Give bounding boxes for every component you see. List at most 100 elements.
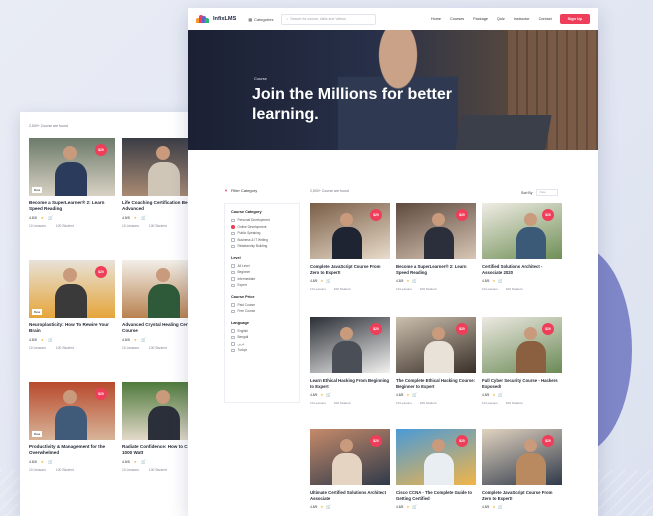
nav-link-contact[interactable]: Contact xyxy=(539,17,552,21)
course-thumbnail[interactable]: $20 Beta xyxy=(29,260,115,318)
filter-option-label: Free Course xyxy=(237,309,256,314)
filter-option[interactable]: Relationship Building xyxy=(231,243,293,250)
course-card[interactable]: $20 Beta Productivity & Management for the… xyxy=(29,382,115,472)
course-card[interactable]: $20 Ultimate Certified Solutions Architec… xyxy=(310,429,390,509)
nav-link-home[interactable]: Home xyxy=(431,17,441,21)
cart-icon[interactable]: 🛒 xyxy=(48,459,53,464)
thumbnail-head xyxy=(524,439,537,452)
course-title[interactable]: Complete JavaScript Course From Zero to … xyxy=(482,490,562,501)
nav-link-quiz[interactable]: Quiz xyxy=(497,17,505,21)
cart-icon[interactable]: 🛒 xyxy=(141,337,146,342)
course-title[interactable]: Cisco CCNA - The Complete Guide to Getti… xyxy=(396,490,476,501)
checkbox[interactable] xyxy=(231,309,235,313)
course-thumbnail[interactable]: $20 xyxy=(482,429,562,485)
star-icon: ★ xyxy=(492,504,496,509)
course-card[interactable]: $20 Cisco CCNA - The Complete Guide to Ge… xyxy=(396,429,476,509)
course-thumbnail[interactable]: $20 xyxy=(310,429,390,485)
course-title[interactable]: Productivity & Management for the Overwh… xyxy=(29,444,115,456)
course-thumbnail[interactable]: $20 xyxy=(122,382,195,440)
course-thumbnail[interactable]: $20 Beta xyxy=(29,138,115,196)
course-title[interactable]: Ultimate Certified Solutions Architect A… xyxy=(310,490,390,501)
checkbox[interactable] xyxy=(231,264,235,268)
cart-icon[interactable]: 🛒 xyxy=(326,278,331,283)
checkbox[interactable] xyxy=(231,270,235,274)
checkbox[interactable] xyxy=(231,335,235,339)
course-thumbnail[interactable]: $20 xyxy=(122,260,195,318)
course-title[interactable]: The Complete Ethical Hacking Course: Beg… xyxy=(396,378,476,389)
cart-icon[interactable]: 🛒 xyxy=(412,278,417,283)
course-thumbnail[interactable]: $20 xyxy=(482,317,562,373)
cart-icon[interactable]: 🛒 xyxy=(141,459,146,464)
course-card[interactable]: $20 Beta Neuroplasticity: How To Rewire Yo… xyxy=(29,260,115,350)
checkbox[interactable] xyxy=(231,231,235,235)
course-card[interactable]: $20 Complete JavaScript Course From Zero … xyxy=(482,429,562,509)
lessons-count: 10 Lessons xyxy=(29,346,46,350)
hero-subtitle: Course xyxy=(254,76,267,81)
checkbox[interactable] xyxy=(231,303,235,307)
lessons-count: 10 Lessons xyxy=(29,224,46,228)
filter-option[interactable]: Expert xyxy=(231,282,293,289)
cart-icon[interactable]: 🛒 xyxy=(412,504,417,509)
course-title[interactable]: Radiate Confidence: How to Create a 1000… xyxy=(122,444,195,456)
checkbox[interactable] xyxy=(231,244,235,248)
course-title[interactable]: Become a SuperLearner® 2: Learn Speed Re… xyxy=(396,264,476,275)
cart-icon[interactable]: 🛒 xyxy=(48,215,53,220)
course-title[interactable]: Complete JavaScript Course From Zero to … xyxy=(310,264,390,275)
cart-icon[interactable]: 🛒 xyxy=(498,392,503,397)
cart-icon[interactable]: 🛒 xyxy=(48,337,53,342)
course-card[interactable]: $20 Beta Become a SuperLearner® 2: Learn S… xyxy=(29,138,115,228)
sort-select[interactable]: Date xyxy=(536,189,559,196)
course-card[interactable]: $20 The Complete Ethical Hacking Course: … xyxy=(396,317,476,405)
categories-button[interactable]: ▦ Categories xyxy=(248,17,273,22)
checkbox[interactable] xyxy=(231,283,235,287)
checkbox[interactable] xyxy=(231,342,235,346)
cart-icon[interactable]: 🛒 xyxy=(412,392,417,397)
checkbox[interactable] xyxy=(231,329,235,333)
course-title[interactable]: Learn Ethical Hacking From Beginning to … xyxy=(310,378,390,389)
course-thumbnail[interactable]: $20 xyxy=(482,203,562,259)
course-card[interactable]: $20 Learn Ethical Hacking From Beginning … xyxy=(310,317,390,405)
search-input[interactable]: ⌕ Search for course, skills and Videos xyxy=(281,13,377,25)
course-thumbnail[interactable]: $20 xyxy=(396,317,476,373)
checkbox[interactable] xyxy=(231,238,235,242)
course-title[interactable]: Life Coaching Certification Beginner to … xyxy=(122,200,195,212)
course-title[interactable]: Certified Solutions Architect - Associat… xyxy=(482,264,562,275)
course-thumbnail[interactable]: $20 xyxy=(310,317,390,373)
course-card[interactable]: $20 Complete JavaScript Course From Zero … xyxy=(310,203,390,291)
course-title[interactable]: Become a SuperLearner® 2: Learn Speed Re… xyxy=(29,200,115,212)
course-title[interactable]: Neuroplasticity: How To Rewire Your Brai… xyxy=(29,322,115,334)
course-thumbnail[interactable]: $20 xyxy=(396,429,476,485)
cart-icon[interactable]: 🛒 xyxy=(141,215,146,220)
course-thumbnail[interactable]: $20 Beta xyxy=(29,382,115,440)
course-card[interactable]: $20 Radiate Confidence: How to Create a 1… xyxy=(122,382,195,472)
course-card[interactable]: $20 Life Coaching Certification Beginner … xyxy=(122,138,195,228)
course-title[interactable]: Full Cyber Security Course - Hackers Exp… xyxy=(482,378,562,389)
rating-value: 4.8/5 xyxy=(482,392,490,397)
checkbox[interactable] xyxy=(231,277,235,281)
signup-button[interactable]: Sign Up xyxy=(559,14,590,24)
course-card[interactable]: $20 Full Cyber Security Course - Hackers … xyxy=(482,317,562,405)
course-thumbnail[interactable]: $20 xyxy=(396,203,476,259)
nav-link-package[interactable]: Package xyxy=(473,17,488,21)
course-title[interactable]: Advanced Crystal Healing Certificate Cou… xyxy=(122,322,195,334)
nav-link-courses[interactable]: Courses xyxy=(450,17,464,21)
course-card[interactable]: $20 Advanced Crystal Healing Certificate … xyxy=(122,260,195,350)
cart-icon[interactable]: 🛒 xyxy=(326,392,331,397)
course-rating: 4.8/5 ★ 🛒 xyxy=(396,392,476,397)
course-card[interactable]: $20 Become a SuperLearner® 2: Learn Speed… xyxy=(396,203,476,291)
checkbox[interactable] xyxy=(231,348,235,352)
filter-option[interactable]: Turkçe xyxy=(231,347,293,354)
course-thumbnail[interactable]: $20 xyxy=(122,138,195,196)
logo[interactable]: InfixLMS xyxy=(196,15,236,23)
cart-icon[interactable]: 🛒 xyxy=(498,504,503,509)
course-card[interactable]: $20 Certified Solutions Architect - Assoc… xyxy=(482,203,562,291)
checkbox[interactable] xyxy=(231,218,235,222)
filter-option[interactable]: Free Course xyxy=(231,308,293,315)
nav-link-instructor[interactable]: Instructor xyxy=(514,17,530,21)
filter-icon: ▼ xyxy=(224,188,228,193)
course-thumbnail[interactable]: $20 xyxy=(310,203,390,259)
cart-icon[interactable]: 🛒 xyxy=(498,278,503,283)
checkbox[interactable] xyxy=(231,225,235,229)
nav-links: Home Courses Package Quiz Instructor Con… xyxy=(431,17,552,21)
cart-icon[interactable]: 🛒 xyxy=(326,504,331,509)
